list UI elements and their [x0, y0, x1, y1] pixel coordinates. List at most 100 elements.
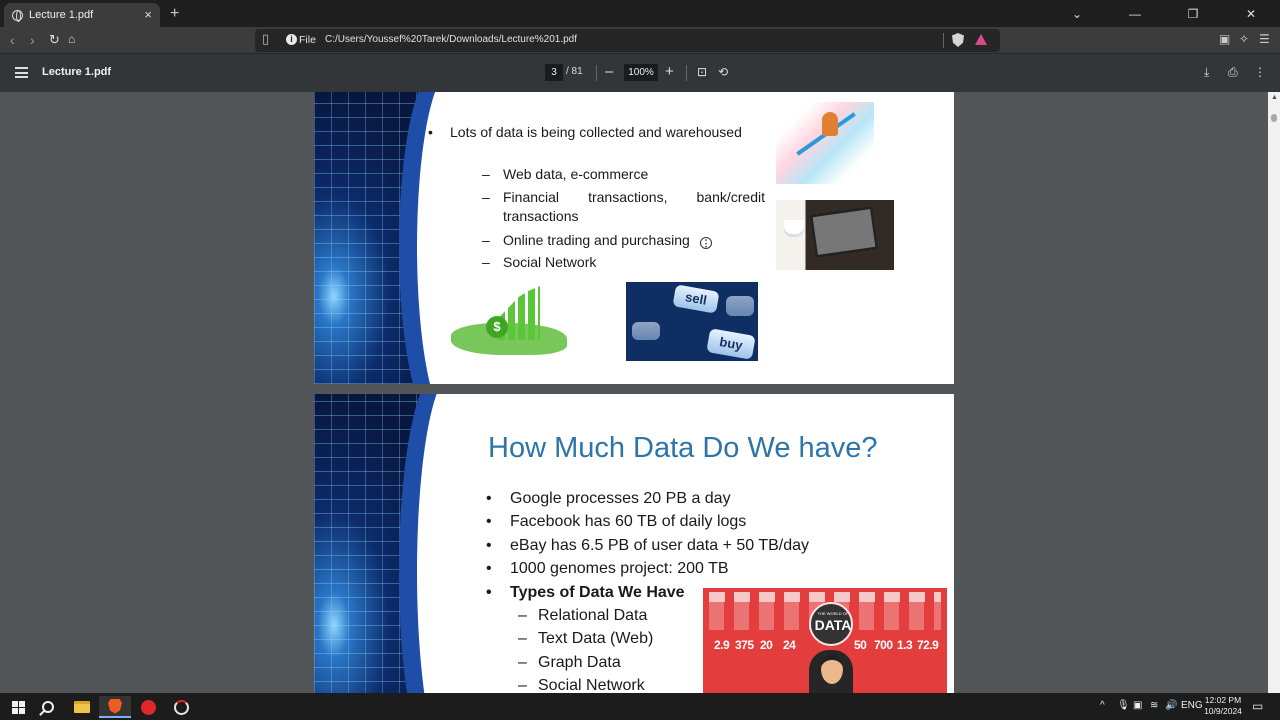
growth-chart-image — [776, 102, 874, 184]
tablet-coffee-image — [776, 200, 894, 270]
leo-ai-icon[interactable]: ✧ — [1239, 32, 1249, 46]
gauge-icon — [173, 699, 189, 715]
sub-bullet: Online trading and purchasing — [482, 231, 690, 250]
pdf-title: Lecture 1.pdf — [42, 66, 112, 78]
vertical-scrollbar[interactable]: ▲ — [1268, 92, 1280, 693]
digital-globe-image — [314, 394, 447, 693]
forward-icon[interactable]: › — [30, 32, 35, 48]
red-app-button[interactable] — [132, 696, 164, 718]
gauge-app-button[interactable] — [165, 696, 197, 718]
stat-number: 50 — [854, 638, 867, 652]
folder-icon — [74, 701, 90, 713]
new-tab-button[interactable]: + — [170, 5, 179, 23]
stat-number: 24 — [783, 638, 796, 652]
download-icon[interactable]: ⤓ — [1204, 65, 1209, 80]
address-bar-row: ‹ › ↻ ⌂ ▯ i File C:/Users/Youssef%20Tare… — [0, 27, 1280, 54]
file-explorer-button[interactable] — [66, 696, 98, 718]
tray-overflow-icon[interactable]: ^ — [1100, 700, 1105, 711]
toolbar-divider — [596, 65, 597, 81]
sub-bullet: Financial transactions, bank/credit tran… — [482, 188, 765, 226]
minimize-button[interactable]: — — [1106, 7, 1164, 21]
network-icon[interactable]: ▣ — [1133, 700, 1142, 711]
zoom-input[interactable]: 100% — [624, 64, 658, 81]
type-item: Relational Data — [518, 607, 647, 625]
tab-title: Lecture 1.pdf — [29, 9, 94, 21]
scheme-label: File — [299, 34, 316, 46]
tab-search-button[interactable]: ⌄ — [1048, 7, 1106, 21]
pdf-viewer[interactable]: Lots of data is being collected and ware… — [0, 92, 1268, 693]
window-controls: ⌄ — ❐ ✕ — [1048, 0, 1280, 27]
brave-shield-icon[interactable] — [952, 33, 964, 47]
zoom-in-button[interactable]: + — [665, 63, 674, 80]
outline-menu-icon[interactable] — [15, 67, 28, 78]
cursor-icon: ⋮ — [700, 237, 712, 249]
notifications-icon[interactable]: ▭ — [1252, 699, 1263, 713]
omnibox-divider — [943, 33, 944, 48]
infographic-kicker: THE WORLD OF — [817, 611, 849, 616]
brave-browser-button[interactable] — [99, 696, 131, 718]
fit-to-page-icon[interactable]: ⊡ — [697, 65, 707, 79]
world-of-data-infographic: THE WORLD OF DATA 2.9 375 20 24 50 700 1… — [703, 588, 947, 693]
menu-icon[interactable]: ☰ — [1259, 32, 1270, 46]
toolbar-divider — [686, 65, 687, 81]
wifi-icon[interactable]: ≋ — [1150, 700, 1158, 711]
more-options-icon[interactable]: ⋮ — [1254, 65, 1266, 79]
windows-logo-icon — [11, 700, 25, 714]
brave-icon — [108, 698, 122, 714]
close-window-button[interactable]: ✕ — [1222, 7, 1280, 21]
url-field[interactable]: ▯ i File C:/Users/Youssef%20Tarek/Downlo… — [255, 29, 1000, 52]
rotate-icon[interactable]: ⟲ — [718, 65, 728, 79]
stat-number: 20 — [760, 638, 773, 652]
reload-icon[interactable]: ↻ — [49, 32, 60, 48]
data-badge: THE WORLD OF DATA — [809, 602, 853, 646]
slide-title: How Much Data Do We have? — [488, 432, 878, 464]
restore-button[interactable]: ❐ — [1164, 7, 1222, 21]
stat-number: 2.9 — [714, 638, 730, 652]
bullet: Facebook has 60 TB of daily logs — [486, 513, 746, 531]
stat-number: 1.3 — [897, 638, 913, 652]
stat-number: 375 — [735, 638, 754, 652]
page-total: / 81 — [566, 66, 583, 77]
page-number-input[interactable]: 3 — [545, 64, 563, 81]
type-item: Text Data (Web) — [518, 630, 653, 648]
volume-icon[interactable]: 🔊 — [1165, 700, 1177, 711]
stat-number: 700 — [874, 638, 893, 652]
sub-bullet: Web data, e-commerce — [482, 165, 648, 184]
tab-close-icon[interactable]: × — [144, 7, 152, 22]
scroll-thumb[interactable] — [1271, 114, 1277, 122]
tab-strip: Lecture 1.pdf × + ⌄ — ❐ ✕ — [0, 0, 1280, 27]
home-icon[interactable]: ⌂ — [68, 32, 75, 46]
bullet: eBay has 6.5 PB of user data + 50 TB/day — [486, 537, 809, 555]
info-icon[interactable]: i — [286, 34, 297, 45]
zoom-out-button[interactable]: – — [605, 63, 613, 80]
brave-rewards-icon[interactable] — [975, 34, 987, 45]
type-item: Social Network — [518, 677, 645, 693]
type-item: Graph Data — [518, 654, 621, 672]
browser-tab[interactable]: Lecture 1.pdf × — [4, 3, 160, 27]
buy-key: buy — [706, 328, 756, 360]
bullet: 1000 genomes project: 200 TB — [486, 560, 728, 578]
microphone-icon[interactable]: 🎙 — [1117, 700, 1130, 711]
pdf-page-3: Lots of data is being collected and ware… — [314, 92, 954, 384]
start-button[interactable] — [2, 696, 34, 718]
sidebar-toggle-icon[interactable]: ▣ — [1219, 32, 1230, 46]
back-icon[interactable]: ‹ — [10, 32, 15, 48]
stat-number: 72.9 — [917, 638, 939, 652]
bookmark-icon[interactable]: ▯ — [262, 31, 269, 47]
url-text[interactable]: C:/Users/Youssef%20Tarek/Downloads/Lectu… — [325, 34, 577, 45]
windows-taskbar: ^ 🎙 ▣ ≋ 🔊 ENG 12:02 PM 10/9/2024 ▭ — [0, 693, 1280, 720]
pdf-page-4: How Much Data Do We have? Google process… — [314, 394, 954, 693]
search-button[interactable] — [32, 696, 64, 718]
person-illustration — [809, 650, 853, 693]
clock[interactable]: 12:02 PM 10/9/2024 — [1200, 695, 1246, 717]
print-icon[interactable]: ⎙ — [1228, 65, 1238, 80]
bullet: Google processes 20 PB a day — [486, 490, 731, 508]
trading-keyboard-image: sell buy — [626, 282, 758, 361]
sub-bullet: Social Network — [482, 253, 596, 272]
money-growth-image: $ — [446, 278, 574, 365]
types-heading: Types of Data We Have — [486, 584, 685, 602]
search-icon — [42, 701, 54, 713]
clock-time: 12:02 PM — [1204, 695, 1242, 705]
scroll-up-icon[interactable]: ▲ — [1271, 94, 1278, 101]
globe-icon — [12, 9, 23, 22]
